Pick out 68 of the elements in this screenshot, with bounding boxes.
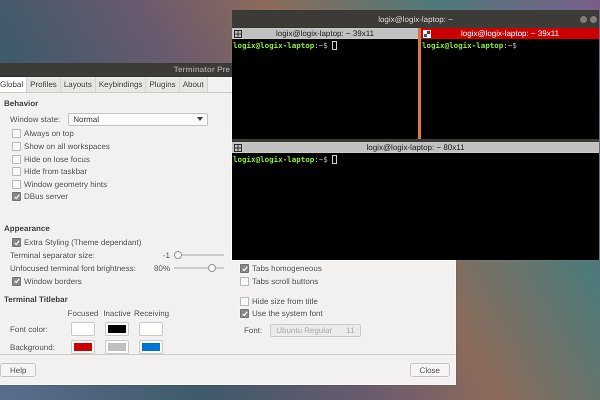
checkbox[interactable] (240, 277, 249, 286)
field-label: Window state: (10, 114, 60, 124)
window-title: logix@logix-laptop: ~ (377, 14, 454, 24)
checkbox-label: DBus server (24, 192, 68, 202)
close-button[interactable]: Close (410, 363, 450, 378)
checkbox-label: Use the system font (252, 309, 323, 318)
text-cursor (332, 41, 337, 50)
tab[interactable]: Keybindings (96, 76, 146, 92)
checkbox-label: Show on all workspaces (24, 142, 110, 152)
tab[interactable]: Global (0, 76, 28, 92)
checkbox-label: Tabs scroll buttons (252, 277, 318, 286)
checkbox[interactable] (12, 154, 21, 164)
row-label: Background: (10, 342, 56, 352)
checkbox[interactable] (240, 264, 249, 274)
grid-icon[interactable] (234, 30, 242, 38)
pane-title: logix@logix-laptop: ~ 39x11 (274, 29, 376, 38)
pane-title: logix@logix-laptop: ~ 80x11 (365, 143, 466, 152)
color-picker-button[interactable] (139, 340, 163, 354)
checkbox-label: Extra Styling (Theme dependant) (24, 238, 142, 248)
caret-icon (197, 117, 204, 122)
checkbox[interactable] (12, 129, 21, 138)
checkbox[interactable] (12, 276, 21, 286)
text-cursor (332, 155, 337, 164)
checkbox[interactable] (12, 142, 21, 152)
slider-handle[interactable] (208, 264, 216, 272)
checkbox[interactable] (240, 309, 249, 318)
slider-reading: 80% (152, 264, 170, 273)
color-picker-button[interactable] (105, 322, 129, 336)
color-picker-button[interactable] (105, 340, 129, 354)
maximize-button[interactable] (590, 16, 597, 22)
color-picker-button[interactable] (71, 340, 95, 354)
checkbox[interactable] (12, 192, 21, 202)
tab[interactable]: Plugins (146, 76, 180, 92)
row-label: Font color: (10, 324, 49, 334)
checkbox-label: Window borders (24, 276, 82, 286)
color-picker-button[interactable] (71, 322, 95, 336)
window-title: Terminator Pre (174, 65, 230, 74)
grid-icon[interactable] (423, 30, 431, 38)
checkbox[interactable] (12, 238, 21, 248)
section-heading: Terminal Titlebar (4, 295, 69, 306)
tab[interactable]: About (180, 76, 208, 92)
slider-reading: -1 (162, 250, 170, 260)
checkbox[interactable] (12, 167, 21, 176)
checkbox-label: Hide on lose focus (24, 154, 90, 164)
window-state-dropdown[interactable]: Normal (68, 112, 208, 126)
color-picker-button[interactable] (139, 322, 163, 336)
help-button[interactable]: Help (0, 363, 36, 378)
section-heading: Appearance (4, 224, 51, 236)
field-label: Font: (244, 326, 262, 336)
pane-title: logix@logix-laptop: ~ 39x11 (460, 29, 560, 38)
slider-label: Terminal separator size: (10, 250, 96, 260)
minimize-button[interactable] (580, 16, 587, 22)
tab[interactable]: Layouts (60, 76, 96, 92)
checkbox-label: Always on top (24, 129, 74, 138)
column-heading: Receiving (134, 309, 168, 318)
checkbox-label: Window geometry hints (24, 180, 108, 189)
checkbox[interactable] (12, 180, 21, 189)
checkbox-label: Tabs homogeneous (252, 264, 322, 274)
section-heading: Behavior (4, 98, 40, 110)
checkbox-label: Hide size from title (252, 296, 318, 306)
grid-icon[interactable] (234, 144, 242, 152)
column-heading: Focused (66, 309, 100, 318)
checkbox-label: Hide from taskbar (24, 167, 88, 176)
slider-label: Unfocused terminal font brightness: (10, 264, 137, 273)
column-heading: Inactive (102, 309, 132, 318)
checkbox[interactable] (240, 296, 249, 306)
slider-handle[interactable] (174, 251, 182, 260)
tab[interactable]: Profiles (27, 76, 61, 92)
